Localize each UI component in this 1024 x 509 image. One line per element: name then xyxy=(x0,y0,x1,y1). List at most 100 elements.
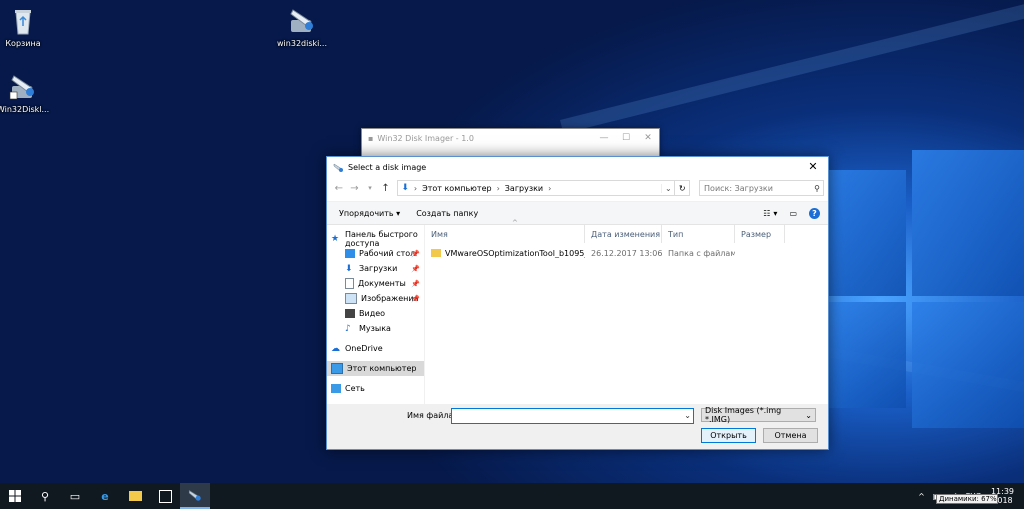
minimize-button[interactable]: — xyxy=(593,133,615,143)
select-disk-image-dialog: Select a disk image ✕ ← → ▾ ↑ ⬇ › Этот к… xyxy=(326,156,829,450)
pin-icon: 📌 xyxy=(411,249,420,258)
nav-this-pc[interactable]: Этот компьютер xyxy=(327,361,424,376)
nav-label: Сеть xyxy=(345,384,365,393)
nav-item-desktop[interactable]: Рабочий стол 📌 xyxy=(327,246,424,261)
edge-icon: e xyxy=(101,489,109,503)
windows-logo-pane xyxy=(828,302,906,408)
window-title: Win32 Disk Imager - 1.0 xyxy=(377,133,474,143)
desktop-folder-icon xyxy=(345,249,355,258)
table-row[interactable]: VMwareOSOptimizationTool_b1095_7348... 2… xyxy=(425,245,828,261)
new-folder-button[interactable]: Создать папку xyxy=(416,209,478,218)
edge-button[interactable]: e xyxy=(90,483,120,509)
nav-label: Музыка xyxy=(359,324,391,333)
search-input[interactable]: Поиск: Загрузки ⚲ xyxy=(699,180,824,196)
network-icon xyxy=(331,384,341,393)
nav-item-pictures[interactable]: Изображения 📌 xyxy=(327,291,424,306)
column-headers: Имя Дата изменения Тип Размер xyxy=(425,225,828,243)
up-arrow-icon[interactable]: ↑ xyxy=(378,183,394,194)
organize-button[interactable]: Упорядочить ▾ xyxy=(339,209,400,218)
desktop-icon-win32diskimager[interactable]: Win32Diskl... xyxy=(0,72,53,114)
file-type: Папка с файлами xyxy=(668,248,735,258)
windows-logo-pane xyxy=(912,302,1024,428)
desktop-icon-recycle-bin[interactable]: Корзина xyxy=(0,6,53,48)
nav-item-downloads[interactable]: ⬇ Загрузки 📌 xyxy=(327,261,424,276)
column-date[interactable]: Дата изменения xyxy=(585,225,662,243)
task-view-button[interactable]: ▭ xyxy=(60,483,90,509)
close-button[interactable]: ✕ xyxy=(798,157,828,177)
nav-item-music[interactable]: ♪ Музыка xyxy=(327,321,424,336)
sort-indicator-icon: ^ xyxy=(512,219,518,227)
column-name[interactable]: Имя xyxy=(425,225,585,243)
breadcrumb-this-pc[interactable]: Этот компьютер xyxy=(422,184,491,193)
nav-label: Видео xyxy=(359,309,386,318)
recent-dropdown-icon[interactable]: ▾ xyxy=(362,184,378,192)
disk-imager-icon xyxy=(188,489,201,501)
address-box[interactable]: ⬇ › Этот компьютер › Загрузки › ⌄ xyxy=(397,180,676,196)
store-icon xyxy=(158,489,172,503)
open-button[interactable]: Открыть xyxy=(701,428,756,443)
chevron-down-icon[interactable]: ⌄ xyxy=(661,183,674,193)
dialog-body: ★ Панель быстрого доступа Рабочий стол 📌… xyxy=(327,219,828,405)
store-button[interactable] xyxy=(150,483,180,509)
disk-imager-icon xyxy=(287,6,317,36)
dialog-toolbar: Упорядочить ▾ Создать папку ☷ ▾ ▭ ? xyxy=(327,201,828,225)
forward-arrow-icon[interactable]: → xyxy=(347,183,363,194)
nav-network[interactable]: Сеть xyxy=(327,381,424,396)
file-name: VMwareOSOptimizationTool_b1095_7348... xyxy=(445,248,585,258)
breadcrumb-downloads[interactable]: Загрузки xyxy=(505,184,543,193)
file-date: 26.12.2017 13:06 xyxy=(591,248,662,258)
document-icon xyxy=(345,278,354,289)
chevron-down-icon[interactable]: ▾ xyxy=(773,209,777,218)
close-button[interactable]: ✕ xyxy=(637,133,659,143)
folder-icon xyxy=(128,491,142,501)
dialog-titlebar: Select a disk image ✕ xyxy=(327,157,828,177)
help-icon[interactable]: ? xyxy=(809,207,820,219)
search-placeholder: Поиск: Загрузки xyxy=(704,183,773,193)
dialog-title: Select a disk image xyxy=(348,162,427,172)
filename-input[interactable]: ⌄ xyxy=(451,408,694,424)
filetype-value: Disk Images (*.img *.IMG) xyxy=(705,406,782,424)
view-options-icon[interactable]: ☷ xyxy=(763,209,770,218)
filetype-select[interactable]: Disk Images (*.img *.IMG) ⌄ xyxy=(701,406,816,424)
explorer-button[interactable] xyxy=(120,483,150,509)
column-type[interactable]: Тип xyxy=(662,225,735,243)
nav-item-videos[interactable]: Видео xyxy=(327,306,424,321)
desktop-icon-win32diskimager-zip[interactable]: win32diski... xyxy=(272,6,332,48)
column-size[interactable]: Размер xyxy=(735,225,785,243)
nav-onedrive[interactable]: ☁ OneDrive xyxy=(327,341,424,356)
nav-item-documents[interactable]: Документы 📌 xyxy=(327,276,424,291)
search-button[interactable]: ⚲ xyxy=(30,483,60,509)
nav-label: Документы xyxy=(358,279,406,288)
nav-quick-access[interactable]: ★ Панель быстрого доступа xyxy=(327,229,424,248)
nav-label: Панель быстрого доступа xyxy=(345,229,418,248)
nav-label: Загрузки xyxy=(359,264,398,273)
chevron-right-icon[interactable]: › xyxy=(548,184,551,193)
pin-icon: 📌 xyxy=(411,294,420,303)
disk-imager-taskbar-button[interactable] xyxy=(180,483,210,509)
nav-label: OneDrive xyxy=(345,344,383,353)
address-bar-row: ← → ▾ ↑ ⬇ › Этот компьютер › Загрузки › … xyxy=(327,177,828,199)
pin-icon: 📌 xyxy=(411,279,420,288)
pin-icon: 📌 xyxy=(411,264,420,273)
task-view-icon: ▭ xyxy=(69,489,81,503)
preview-pane-icon[interactable]: ▭ xyxy=(789,209,797,218)
folder-icon xyxy=(431,249,441,257)
refresh-button[interactable]: ↻ xyxy=(675,180,691,196)
start-button[interactable] xyxy=(0,483,30,509)
downloads-arrow-icon: ⬇ xyxy=(401,183,409,193)
music-icon: ♪ xyxy=(345,324,351,334)
nav-label: Этот компьютер xyxy=(347,364,417,373)
cancel-button[interactable]: Отмена xyxy=(763,428,818,443)
chevron-up-icon[interactable]: ^ xyxy=(918,492,925,501)
disk-imager-icon xyxy=(8,72,38,102)
back-arrow-icon[interactable]: ← xyxy=(331,183,347,194)
file-list: ^ Имя Дата изменения Тип Размер VMwareOS… xyxy=(425,219,828,405)
maximize-button[interactable]: ☐ xyxy=(615,133,637,143)
refresh-icon: ↻ xyxy=(678,183,686,193)
chevron-down-icon: ⌄ xyxy=(805,410,812,420)
desktop-icon-label: Корзина xyxy=(5,39,41,48)
chevron-down-icon[interactable]: ⌄ xyxy=(684,411,691,420)
nav-label: Изображения xyxy=(361,294,419,303)
disk-imager-icon: ▪ xyxy=(368,133,374,143)
disk-imager-icon xyxy=(333,163,343,172)
